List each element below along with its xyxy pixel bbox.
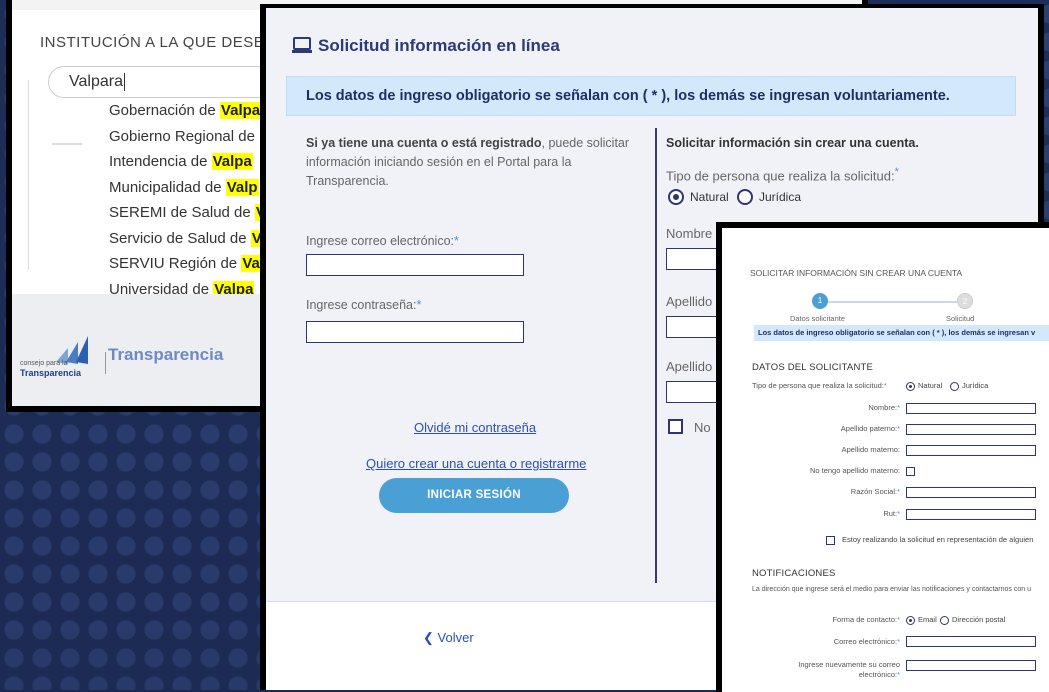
form-field[interactable]	[906, 487, 1036, 498]
apellido-paterno-label: Apellido	[666, 294, 713, 309]
logo-text: Transparencia	[108, 345, 224, 364]
register-link[interactable]: Quiero crear una cuenta o registrarme	[366, 456, 586, 471]
forgot-password-link[interactable]: Olvidé mi contraseña	[414, 420, 536, 435]
radio-email[interactable]	[906, 616, 915, 625]
field-label: Rut:*	[883, 509, 900, 518]
back-link[interactable]: ❮ Volver	[423, 630, 474, 646]
form-field[interactable]	[906, 424, 1036, 435]
institution-label: INSTITUCIÓN A LA QUE DESE	[40, 34, 265, 51]
field-label: Apellido materno:	[841, 445, 900, 454]
chevron-left-icon: ❮	[423, 630, 434, 645]
field-label: No tengo apellido materno:	[809, 466, 900, 475]
person-type-label: Tipo de persona que realiza la solicitud…	[666, 166, 899, 184]
column-divider	[655, 128, 657, 583]
radio-natural[interactable]	[668, 189, 684, 205]
radio-juridica-small[interactable]	[950, 382, 959, 391]
login-password-field[interactable]	[306, 321, 524, 343]
field-label: Nombre:*	[868, 403, 900, 412]
form-header: SOLICITAR INFORMACIÓN SIN CREAR UNA CUEN…	[750, 268, 963, 278]
form-field[interactable]	[906, 445, 1036, 456]
section-notificaciones: NOTIFICACIONES	[752, 568, 836, 579]
no-materno-checkbox-small[interactable]	[906, 467, 915, 476]
step-1-indicator: 1	[812, 293, 828, 309]
section-solicitante: DATOS DEL SOLICITANTE	[752, 362, 874, 373]
no-account-form-panel: SOLICITAR INFORMACIÓN SIN CREAR UNA CUEN…	[716, 222, 1049, 692]
person-type-label-small: Tipo de persona que realiza la solicitud…	[752, 381, 887, 390]
laptop-icon	[292, 37, 312, 53]
form-field[interactable]	[906, 509, 1036, 520]
required-notice-bar: Los datos de ingreso obligatorio se seña…	[754, 325, 1049, 341]
login-button[interactable]: INICIAR SESIÓN	[379, 478, 569, 513]
confirm-email-field[interactable]	[906, 660, 1036, 671]
field-label: Razón Social:*	[850, 487, 900, 496]
representation-checkbox[interactable]	[826, 536, 835, 545]
radio-juridica[interactable]	[737, 189, 753, 205]
apellido-materno-label: Apellido	[666, 359, 713, 374]
email-label: Ingrese correo electrónico:*	[306, 234, 459, 248]
no-account-title: Solicitar información sin crear una cuen…	[666, 136, 919, 150]
radio-natural-small[interactable]	[906, 382, 915, 391]
required-fields-notice: Los datos de ingreso obligatorio se seña…	[286, 76, 1016, 116]
logo-brand: Transparencia	[20, 368, 82, 378]
no-materno-checkbox[interactable]	[668, 419, 683, 434]
contact-email-field[interactable]	[906, 636, 1036, 647]
form-field[interactable]	[906, 403, 1036, 414]
password-label: Ingrese contraseña:*	[306, 298, 422, 312]
page-title: Solicitud información en línea	[292, 36, 560, 56]
login-email-field[interactable]	[306, 254, 524, 276]
field-label: Apellido paterno:*	[840, 424, 900, 433]
login-intro: Si ya tiene una cuenta o está registrado…	[306, 136, 630, 188]
nombre-label: Nombre	[666, 226, 713, 241]
radio-postal[interactable]	[940, 616, 949, 625]
step-2-indicator: 2	[957, 293, 973, 309]
